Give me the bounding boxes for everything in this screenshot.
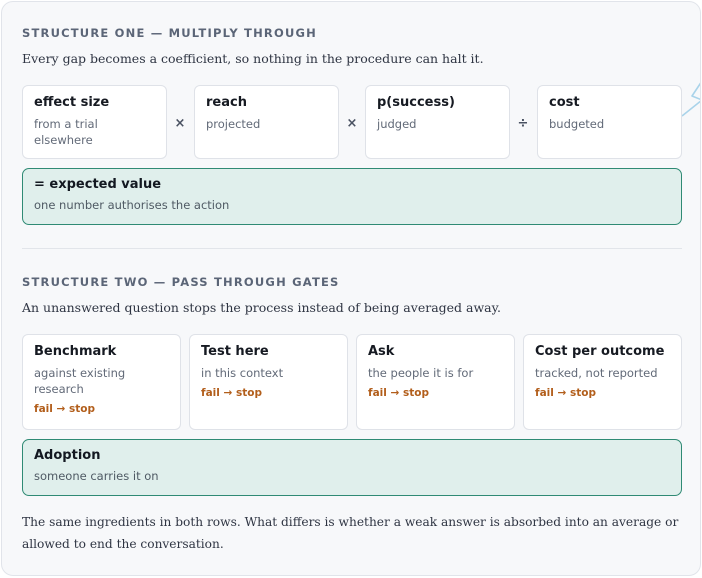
factor-title: effect size [34, 95, 110, 110]
divide-operator: ÷ [517, 116, 529, 131]
gate-title: Benchmark [34, 344, 117, 359]
factor-subtitle: budgeted [549, 117, 605, 131]
gate-title: Test here [201, 344, 269, 359]
diagram-panel: STRUCTURE ONE — MULTIPLY THROUGH Every g… [1, 1, 701, 576]
adoption-subtitle: someone carries it on [34, 469, 159, 483]
factor-box-p-success: p(success) judged [365, 85, 510, 159]
factor-subtitle: from a trial elsewhere [34, 117, 98, 147]
gate-subtitle: tracked, not reported [535, 366, 658, 380]
multiply-operator: × [174, 116, 186, 131]
gate-title: Cost per outcome [535, 344, 665, 359]
gate-box-benchmark: Benchmark against existing research fail… [22, 334, 181, 430]
factor-box-effect-size: effect size from a trial elsewhere [22, 85, 167, 159]
footer-note: The same ingredients in both rows. What … [22, 515, 679, 551]
gate-fail-label: fail → stop [535, 387, 596, 399]
gate-box-ask: Ask the people it is for fail → stop [356, 334, 515, 430]
factor-box-reach: reach projected [194, 85, 339, 159]
gate-fail-label: fail → stop [34, 403, 95, 415]
adoption-title: Adoption [34, 448, 101, 463]
gate-fail-label: fail → stop [368, 387, 429, 399]
gate-box-test-here: Test here in this context fail → stop [189, 334, 348, 430]
gate-subtitle: against existing research [34, 366, 126, 396]
factor-title: p(success) [377, 95, 455, 110]
gate-subtitle: the people it is for [368, 366, 474, 380]
structure-one-subtitle: Every gap becomes a coefficient, so noth… [22, 51, 484, 66]
factor-box-cost: cost budgeted [537, 85, 682, 159]
factor-subtitle: projected [206, 117, 261, 131]
adoption-box: Adoption someone carries it on [22, 439, 682, 496]
multiply-operator: × [346, 116, 358, 131]
gate-box-cost-per-outcome: Cost per outcome tracked, not reported f… [523, 334, 682, 430]
structure-two-subtitle: An unanswered question stops the process… [22, 300, 502, 315]
expected-value-subtitle: one number authorises the action [34, 198, 230, 212]
gate-title: Ask [368, 344, 395, 359]
factor-title: cost [549, 95, 580, 110]
section-divider [22, 248, 682, 249]
factor-title: reach [206, 95, 247, 110]
gate-fail-label: fail → stop [201, 387, 262, 399]
structure-two-title: STRUCTURE TWO — PASS THROUGH GATES [22, 275, 340, 289]
expected-value-box: = expected value one number authorises t… [22, 168, 682, 225]
factor-subtitle: judged [377, 117, 417, 131]
structure-one-title: STRUCTURE ONE — MULTIPLY THROUGH [22, 26, 317, 40]
expected-value-title: = expected value [34, 177, 162, 192]
gate-subtitle: in this context [201, 366, 284, 380]
